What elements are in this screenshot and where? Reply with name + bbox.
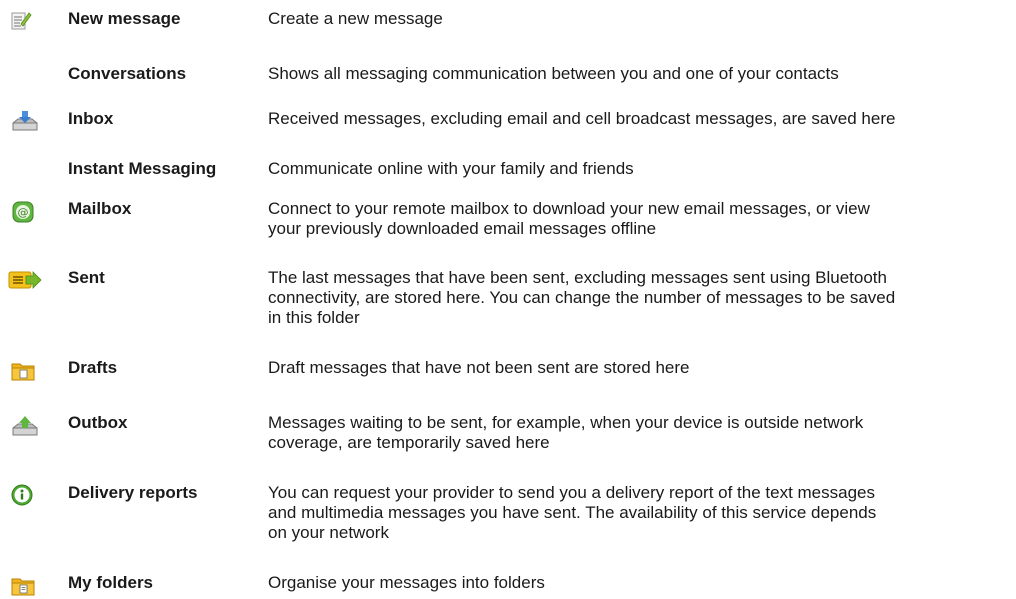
inbox-icon (10, 109, 38, 133)
item-name: Outbox (68, 413, 128, 432)
item-description: Create a new message (268, 9, 443, 28)
svg-text:@: @ (18, 206, 29, 219)
item-name: Instant Messaging (68, 159, 217, 178)
item-name: Sent (68, 268, 105, 287)
item-description: Communicate online with your family and … (268, 159, 634, 178)
new-message-icon (10, 10, 38, 34)
item-name: Inbox (68, 109, 114, 128)
my-folders-icon (10, 574, 38, 598)
item-description: Connect to your remote mailbox to downlo… (268, 199, 870, 238)
item-name: Conversations (68, 64, 187, 83)
item-description: The last messages that have been sent, e… (268, 268, 896, 327)
item-name: My folders (68, 573, 154, 592)
item-description: Shows all messaging communication betwee… (268, 64, 839, 83)
item-name: Drafts (68, 358, 118, 377)
sent-icon (8, 269, 42, 293)
item-description: You can request your provider to send yo… (268, 483, 877, 542)
item-name: New message (68, 9, 181, 28)
mailbox-icon: @ (10, 200, 38, 224)
item-name: Mailbox (68, 199, 132, 218)
item-description: Messages waiting to be sent, for example… (268, 413, 864, 452)
item-description: Organise your messages into folders (268, 573, 545, 592)
item-description: Received messages, excluding email and c… (268, 109, 896, 128)
info-icon (10, 483, 38, 507)
item-name: Delivery reports (68, 483, 198, 502)
item-description: Draft messages that have not been sent a… (268, 358, 690, 377)
outbox-icon (10, 414, 38, 438)
drafts-folder-icon (10, 359, 38, 383)
